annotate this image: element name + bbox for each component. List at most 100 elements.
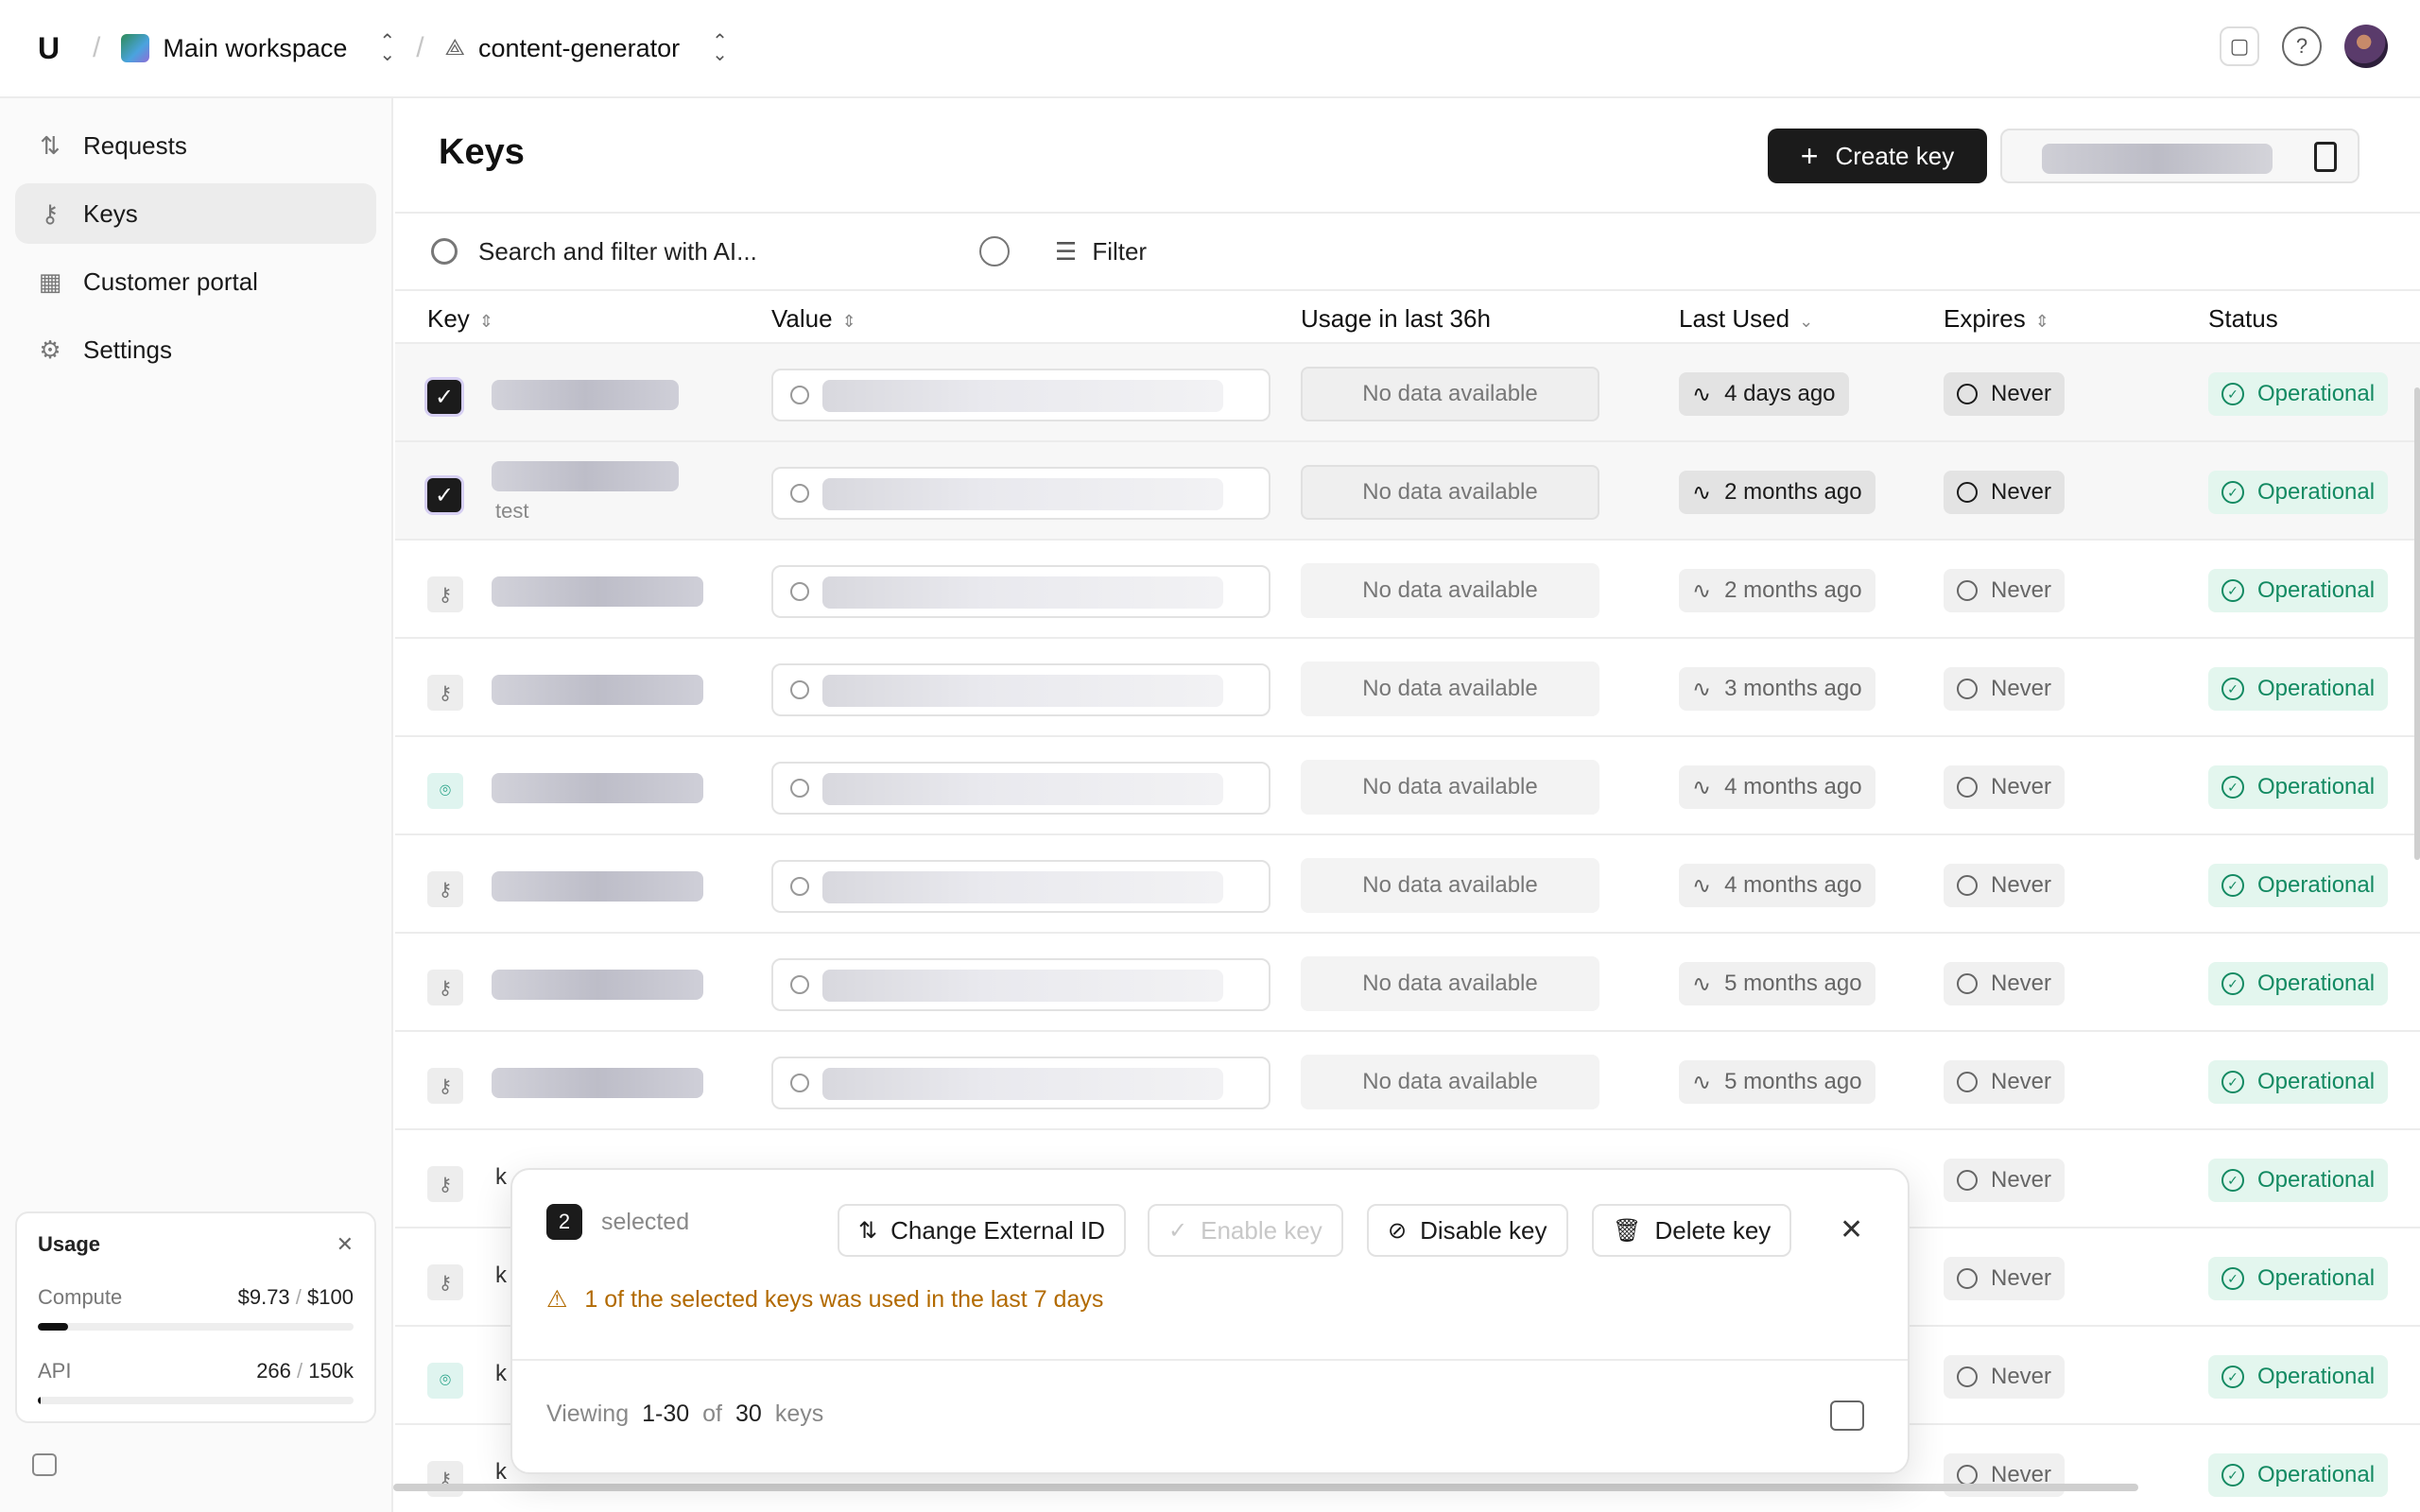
scan-key-icon[interactable]: ⌾: [427, 773, 463, 809]
status-badge: ✓ Operational: [2208, 372, 2389, 416]
key-value-field[interactable]: [771, 860, 1270, 913]
expand-icon[interactable]: [1830, 1400, 1864, 1431]
row-checkbox[interactable]: ✓: [427, 478, 461, 512]
vertical-scrollbar[interactable]: [2414, 387, 2420, 860]
key-value-field[interactable]: [771, 467, 1270, 520]
key-icon[interactable]: ⚷: [427, 1264, 463, 1300]
key-icon[interactable]: ⚷: [427, 1461, 463, 1497]
eye-icon[interactable]: [790, 877, 809, 896]
activity-icon: ∿: [1692, 1069, 1712, 1095]
table-row[interactable]: ✓ test No data available ∿ 2 months ago Never…: [395, 442, 2420, 541]
usage-chart-empty: No data available: [1301, 956, 1599, 1011]
redacted-key-name: [492, 871, 703, 902]
last-used-badge: ∿ 4 days ago: [1679, 372, 1849, 416]
clipboard-icon[interactable]: [2314, 142, 2337, 172]
table-row[interactable]: ⚷ No data available ∿ 5 months ago Never ✓ Ope…: [395, 1032, 2420, 1130]
sidebar-item-requests[interactable]: ⇅ Requests: [15, 115, 376, 176]
clock-icon: [1957, 1268, 1978, 1289]
eye-icon[interactable]: [790, 680, 809, 699]
status-badge: ✓ Operational: [2208, 962, 2389, 1005]
workspace-switcher[interactable]: Main workspace ⌃ ⌄: [121, 32, 395, 64]
sidebar-item-label: Keys: [83, 198, 138, 228]
key-icon[interactable]: ⚷: [427, 871, 463, 907]
last-used-badge: ∿ 4 months ago: [1679, 765, 1876, 809]
redacted-key-value: [822, 576, 1223, 609]
eye-icon[interactable]: [790, 386, 809, 404]
delete-key-button[interactable]: 🗑 Delete key: [1592, 1204, 1792, 1257]
status-badge: ✓ Operational: [2208, 864, 2389, 907]
project-switcher[interactable]: ⟁ content-generator ⌃ ⌄: [445, 32, 728, 64]
pagination-info: Viewing 1-30 of 30 keys: [546, 1400, 824, 1427]
close-icon[interactable]: ✕: [337, 1232, 354, 1257]
eye-icon[interactable]: [790, 975, 809, 994]
ai-info-icon[interactable]: [979, 236, 1010, 266]
swap-icon: ⇅: [858, 1217, 878, 1244]
sidebar-item-customer-portal[interactable]: ▦ Customer portal: [15, 251, 376, 312]
disable-key-button[interactable]: ⊘ Disable key: [1367, 1204, 1568, 1257]
key-icon[interactable]: ⚷: [427, 1166, 463, 1202]
page-title: Keys: [439, 132, 525, 172]
eye-icon[interactable]: [790, 779, 809, 798]
key-value-field[interactable]: [771, 369, 1270, 421]
scan-key-icon[interactable]: ⌾: [427, 1363, 463, 1399]
close-icon[interactable]: ✕: [1840, 1213, 1863, 1246]
expires-badge: Never: [1944, 1355, 2066, 1399]
table-row[interactable]: ⚷ No data available ∿ 3 months ago Never ✓ Ope…: [395, 639, 2420, 737]
enable-key-button[interactable]: ✓ Enable key: [1148, 1204, 1343, 1257]
expires-badge: Never: [1944, 765, 2066, 809]
feedback-icon[interactable]: ▢: [2220, 26, 2259, 66]
app-logo[interactable]: U: [38, 31, 72, 66]
redacted-key-value: [822, 773, 1223, 805]
eye-icon[interactable]: [790, 582, 809, 601]
key-icon[interactable]: ⚷: [427, 1068, 463, 1104]
compute-progress-bar: [38, 1323, 354, 1331]
table-row[interactable]: ⚷ No data available ∿ 2 months ago Never ✓ Ope…: [395, 541, 2420, 639]
key-icon[interactable]: ⚷: [427, 576, 463, 612]
key-icon[interactable]: ⚷: [427, 970, 463, 1005]
redacted-key-name: [492, 461, 679, 491]
column-value[interactable]: Value ⇕: [771, 304, 856, 334]
column-expires[interactable]: Expires ⇕: [1944, 304, 2049, 334]
avatar[interactable]: [2344, 25, 2388, 68]
selection-warning: ⚠ 1 of the selected keys was used in the…: [546, 1285, 1104, 1314]
horizontal-scrollbar[interactable]: [393, 1484, 2138, 1491]
compute-label: Compute: [38, 1285, 123, 1309]
layout-icon: ▦: [38, 266, 62, 296]
activity-icon: ∿: [1692, 676, 1712, 702]
key-value-field[interactable]: [771, 565, 1270, 618]
eye-icon[interactable]: [790, 1074, 809, 1092]
key-name: k: [495, 1361, 507, 1386]
change-external-id-button[interactable]: ⇅ Change External ID: [838, 1204, 1127, 1257]
key-name: k: [495, 1164, 507, 1190]
filter-button[interactable]: ☰ Filter: [1055, 237, 1147, 266]
sidebar-collapse-icon[interactable]: [32, 1453, 57, 1476]
table-row[interactable]: ⌾ No data available ∿ 4 months ago Never ✓ Ope…: [395, 737, 2420, 835]
clock-icon: [1957, 777, 1978, 798]
eye-icon[interactable]: [790, 484, 809, 503]
help-icon[interactable]: ?: [2282, 26, 2322, 66]
redacted-key-value: [822, 970, 1223, 1002]
row-checkbox[interactable]: ✓: [427, 380, 461, 414]
status-badge: ✓ Operational: [2208, 667, 2389, 711]
key-value-field[interactable]: [771, 663, 1270, 716]
key-value-field[interactable]: [771, 1057, 1270, 1109]
table-row[interactable]: ✓ No data available ∿ 4 days ago Never ✓ Opera…: [395, 344, 2420, 442]
last-used-badge: ∿ 4 months ago: [1679, 864, 1876, 907]
table-row[interactable]: ⚷ No data available ∿ 4 months ago Never ✓ Ope…: [395, 835, 2420, 934]
selected-count-badge: 2: [546, 1204, 582, 1240]
search-input[interactable]: Search and filter with AI...: [478, 237, 979, 266]
table-row[interactable]: ⚷ No data available ∿ 5 months ago Never ✓ Ope…: [395, 934, 2420, 1032]
key-value-field[interactable]: [771, 762, 1270, 815]
redacted-key-value: [822, 871, 1223, 903]
column-last-used[interactable]: Last Used ⌄: [1679, 304, 1813, 334]
clock-icon: [1957, 1072, 1978, 1092]
divider: [512, 1359, 1908, 1361]
sidebar-item-settings[interactable]: ⚙ Settings: [15, 319, 376, 380]
check-circle-icon: ✓: [1168, 1217, 1188, 1244]
key-value-field[interactable]: [771, 958, 1270, 1011]
column-key[interactable]: Key ⇕: [427, 304, 493, 334]
sidebar-item-keys[interactable]: ⚷ Keys: [15, 183, 376, 244]
key-icon[interactable]: ⚷: [427, 675, 463, 711]
create-key-button[interactable]: + Create key: [1768, 129, 1987, 183]
clock-icon: [1957, 679, 1978, 699]
